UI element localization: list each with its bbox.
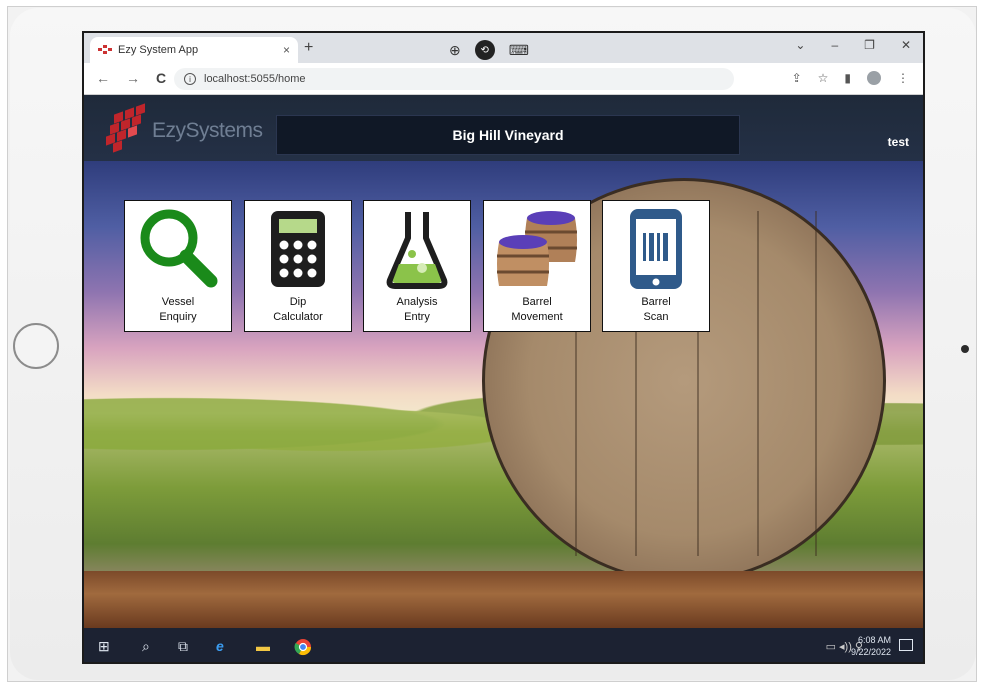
windows-taskbar: ⊞ ⌕ ⧉ e ▬ ▭ ◂)) ⚲ 6:08 AM 9/22/2022 [84, 628, 923, 664]
wooden-table [84, 571, 923, 628]
tablet-camera [961, 345, 969, 353]
tile-analysis-entry[interactable]: Analysis Entry [363, 200, 471, 332]
barrels-icon [484, 205, 590, 293]
file-explorer-icon[interactable]: ▬ [256, 638, 270, 654]
profile-avatar-icon[interactable] [867, 71, 881, 85]
back-icon[interactable]: ← [96, 70, 110, 86]
site-info-icon[interactable]: i [184, 73, 196, 85]
new-tab-button[interactable]: + [304, 39, 313, 57]
tile-label: Vessel Enquiry [159, 296, 197, 323]
reload-icon[interactable]: C [156, 70, 166, 86]
calculator-icon [245, 205, 351, 293]
tile-label: Analysis Entry [396, 296, 438, 323]
tab-title: Ezy System App [118, 44, 199, 56]
browser-toolbar: ← → C i localhost:5055/home ⇪ ☆ ▮ ⋮ [84, 63, 923, 95]
active-app-indicator [290, 662, 316, 664]
tile-label: Dip Calculator [273, 296, 323, 323]
browser-nav: ← → C [96, 70, 166, 86]
side-panel-icon[interactable]: ▮ [844, 71, 851, 85]
browser-tab[interactable]: Ezy System App × [90, 37, 298, 63]
menu-kebab-icon[interactable]: ⋮ [897, 71, 909, 85]
window-controls: ⌄ – ❐ ✕ [795, 38, 911, 52]
tablet-home-button [13, 323, 59, 369]
flask-icon [364, 205, 470, 293]
barcode-phone-icon [603, 205, 709, 293]
minimize-icon[interactable]: – [831, 38, 838, 52]
task-view-icon[interactable]: ⧉ [178, 638, 188, 655]
ezy-systems-logo: EzySystems [106, 103, 263, 155]
search-icon[interactable]: ⌕ [142, 638, 150, 655]
share-icon[interactable]: ⇪ [792, 71, 802, 85]
page-title: Big Hill Vineyard [276, 115, 740, 155]
logo-text: EzySystems [152, 119, 263, 142]
url-text: localhost:5055/home [204, 73, 306, 85]
ezy-favicon-icon [98, 45, 112, 55]
address-bar[interactable]: i localhost:5055/home [174, 68, 734, 90]
user-name[interactable]: test [888, 135, 909, 149]
tile-barrel-movement[interactable]: Barrel Movement [483, 200, 591, 332]
chrome-icon[interactable] [294, 638, 312, 659]
tile-dip-calculator[interactable]: Dip Calculator [244, 200, 352, 332]
taskbar-clock[interactable]: 6:08 AM 9/22/2022 [851, 634, 891, 658]
forward-icon[interactable]: → [126, 70, 140, 86]
browser-tabstrip: Ezy System App × + ⊕ ⟲ ⌨ ⌄ – ❐ ✕ [84, 33, 923, 63]
tab-search-icon[interactable]: ⌄ [795, 38, 805, 52]
bookmark-star-icon[interactable]: ☆ [818, 71, 829, 85]
floating-toolbar: ⊕ ⟲ ⌨ [449, 40, 529, 60]
page-title-text: Big Hill Vineyard [452, 127, 564, 143]
notification-icon[interactable] [899, 639, 913, 651]
tile-barrel-scan[interactable]: Barrel Scan [602, 200, 710, 332]
close-window-icon[interactable]: ✕ [901, 38, 911, 52]
tile-label: Barrel Movement [511, 296, 563, 323]
zoom-icon[interactable]: ⊕ [449, 42, 461, 59]
edge-browser-icon[interactable]: e [216, 638, 224, 654]
magnifier-icon [125, 205, 231, 293]
keyboard-icon[interactable]: ⌨ [509, 42, 529, 59]
restore-icon[interactable]: ❐ [864, 38, 875, 52]
remote-desktop-icon[interactable]: ⟲ [474, 40, 495, 60]
browser-actions: ⇪ ☆ ▮ ⋮ [792, 71, 909, 85]
tile-label: Barrel Scan [641, 296, 671, 323]
tablet-screen: Ezy System App × + ⊕ ⟲ ⌨ ⌄ – ❐ ✕ ← → C i… [82, 31, 925, 664]
tile-vessel-enquiry[interactable]: Vessel Enquiry [124, 200, 232, 332]
windows-start-icon[interactable]: ⊞ [98, 638, 110, 655]
tab-close-icon[interactable]: × [283, 43, 290, 57]
app-header: EzySystems Big Hill Vineyard test [84, 95, 923, 161]
